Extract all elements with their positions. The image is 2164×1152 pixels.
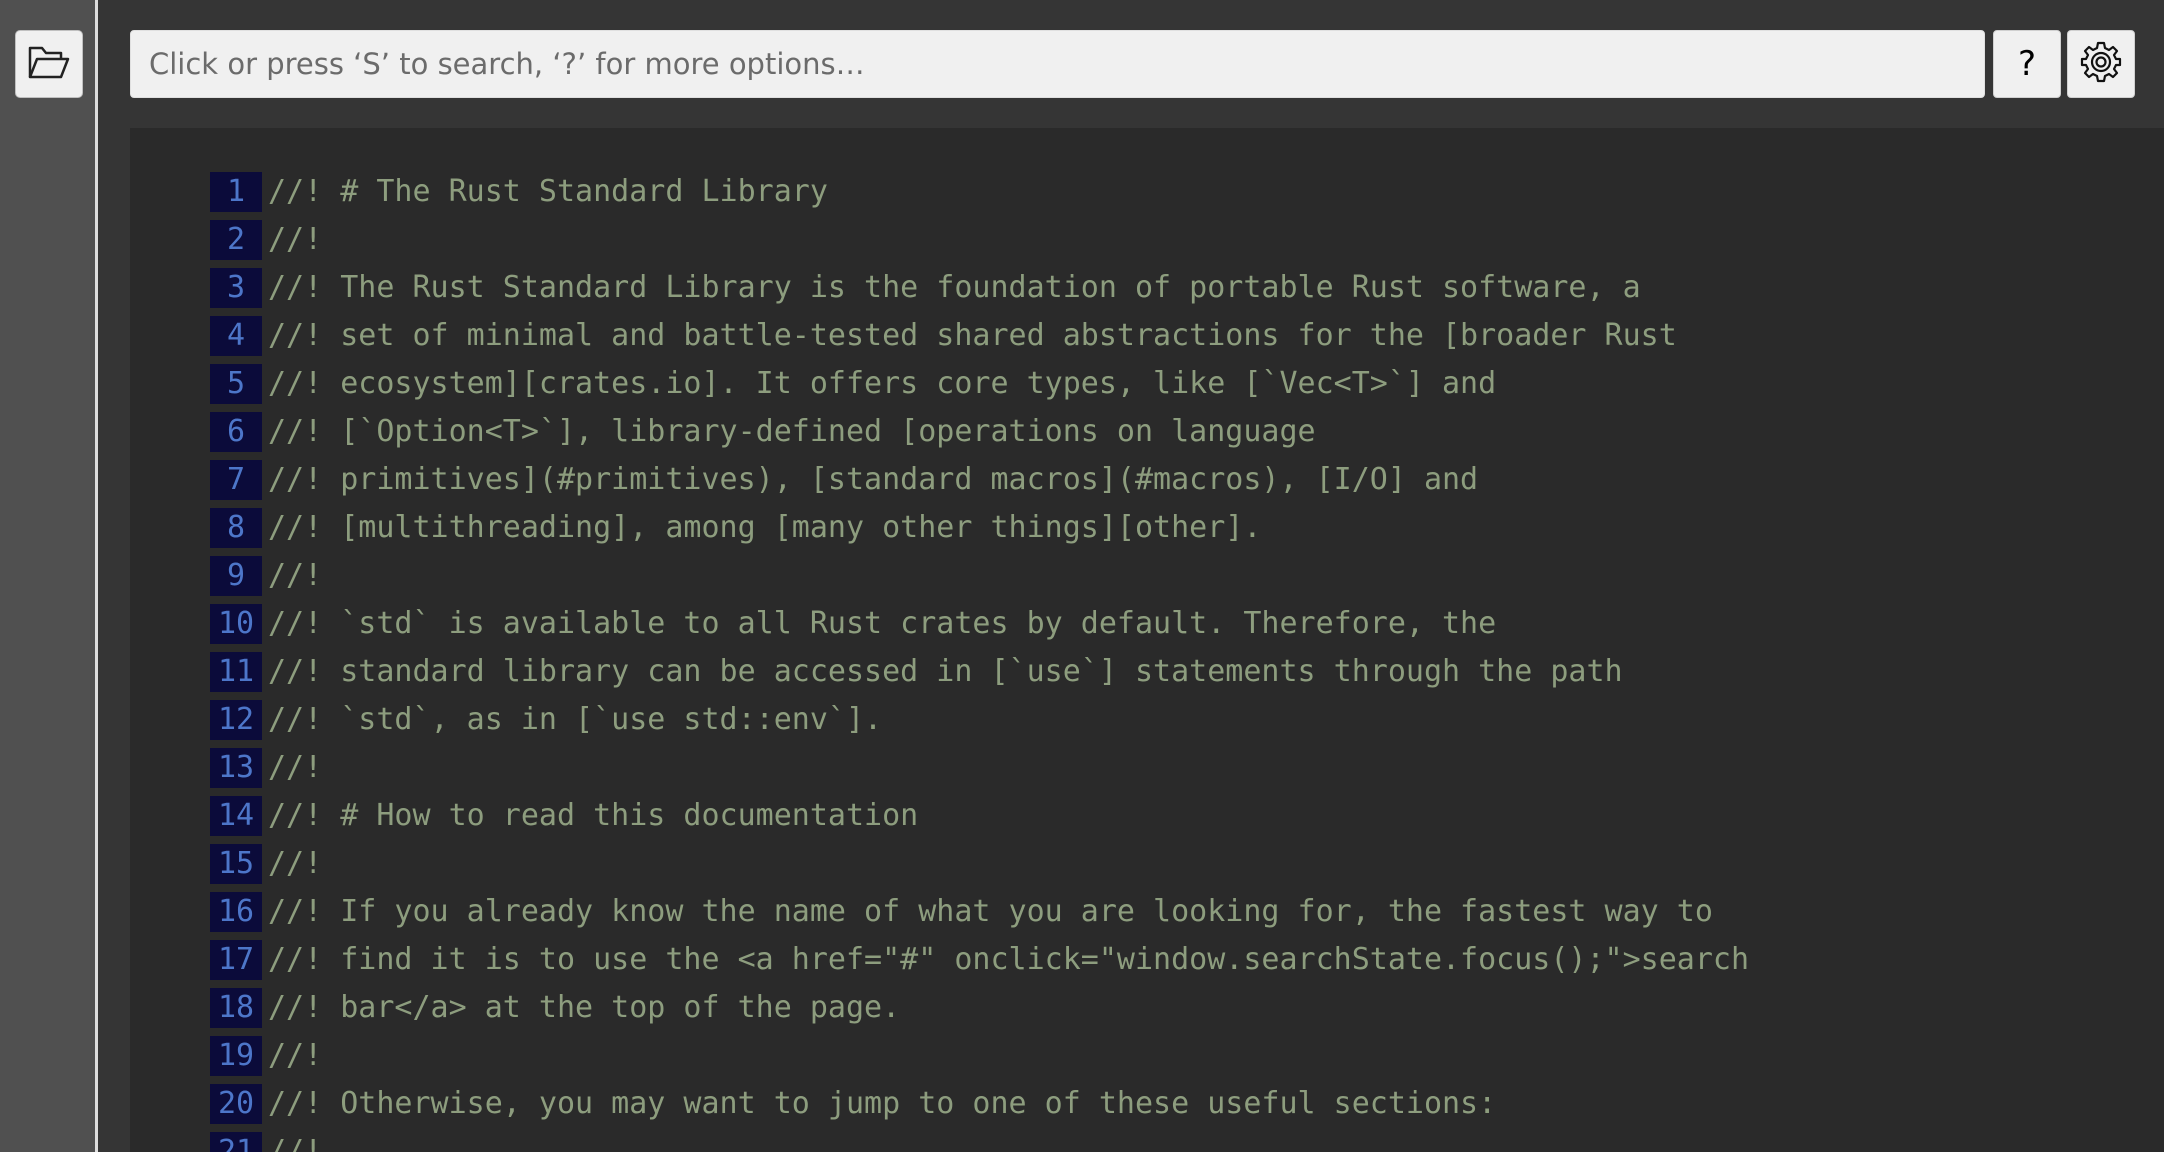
code-line: 16//! If you already know the name of wh… [130,888,2164,936]
line-number-link[interactable]: 4 [210,316,262,356]
code-comment-text: //! standard library can be accessed in … [268,654,1623,689]
code-line: 12//! `std`, as in [`use std::env`]. [130,696,2164,744]
line-number-link[interactable]: 1 [210,172,262,212]
code-line: 9//! [130,552,2164,600]
line-number-link[interactable]: 12 [210,700,262,740]
line-number-link[interactable]: 13 [210,748,262,788]
main-content: ? 1//! # The Rust Standard Library2//!3/… [98,0,2164,1152]
code-line: 7//! primitives](#primitives), [standard… [130,456,2164,504]
search-input[interactable] [130,30,1985,98]
help-button[interactable]: ? [1993,30,2061,98]
code-comment-text: //! [268,846,323,881]
code-comment-text: //! set of minimal and battle-tested sha… [268,318,1677,353]
code-line: 10//! `std` is available to all Rust cra… [130,600,2164,648]
code-line: 1//! # The Rust Standard Library [130,168,2164,216]
code-line: 13//! [130,744,2164,792]
code-comment-text: //! bar</a> at the top of the page. [268,990,901,1025]
line-number-link[interactable]: 7 [210,460,262,500]
line-number-link[interactable]: 14 [210,796,262,836]
code-line: 14//! # How to read this documentation [130,792,2164,840]
line-number-link[interactable]: 21 [210,1132,262,1152]
code-line: 5//! ecosystem][crates.io]. It offers co… [130,360,2164,408]
code-line: 19//! [130,1032,2164,1080]
line-number-link[interactable]: 2 [210,220,262,260]
line-number-link[interactable]: 9 [210,556,262,596]
folder-open-icon [27,42,71,87]
settings-button[interactable] [2067,30,2135,98]
source-code-panel: 1//! # The Rust Standard Library 2//! 3//!… [130,128,2164,1152]
line-number-link[interactable]: 17 [210,940,262,980]
code-line: 8//! [multithreading], among [many other… [130,504,2164,552]
code-comment-text: //! Otherwise, you may want to jump to o… [268,1086,1497,1121]
line-number-link[interactable]: 8 [210,508,262,548]
code-comment-text: //! [`Option<T>`], library-defined [oper… [268,414,1316,449]
code-line: 2//! [130,216,2164,264]
code-comment-text: //! [268,1038,323,1073]
code-line: 4//! set of minimal and battle-tested sh… [130,312,2164,360]
code-lines: 1//! # The Rust Standard Library 2//! 3//!… [130,168,2164,1152]
code-comment-text: //! If you already know the name of what… [268,894,1713,929]
code-comment-text: //! The Rust Standard Library is the fou… [268,270,1641,305]
code-comment-text: //! # How to read this documentation [268,798,919,833]
line-number-link[interactable]: 18 [210,988,262,1028]
code-comment-text: //! primitives](#primitives), [standard … [268,462,1479,497]
code-comment-text: //! `std` is available to all Rust crate… [268,606,1497,641]
line-number-link[interactable]: 19 [210,1036,262,1076]
line-number-link[interactable]: 15 [210,844,262,884]
code-line: 15//! [130,840,2164,888]
line-number-link[interactable]: 3 [210,268,262,308]
code-line: 11//! standard library can be accessed i… [130,648,2164,696]
code-line: 18//! bar</a> at the top of the page. [130,984,2164,1032]
code-comment-text: //! [268,750,323,785]
line-number-link[interactable]: 20 [210,1084,262,1124]
code-line: 6//! [`Option<T>`], library-defined [ope… [130,408,2164,456]
code-comment-text: //! [268,558,323,593]
line-number-link[interactable]: 16 [210,892,262,932]
code-comment-text: //! find it is to use the <a href="#" on… [268,942,1750,977]
code-comment-text: //! ecosystem][crates.io]. It offers cor… [268,366,1497,401]
code-comment-text: //! `std`, as in [`use std::env`]. [268,702,883,737]
code-line: 21 //! [130,1128,2164,1152]
code-comment-text: //! # The Rust Standard Library [268,174,828,209]
sidebar [0,0,98,1152]
code-line: 20//! Otherwise, you may want to jump to… [130,1080,2164,1128]
code-comment-text: //! [268,1134,323,1152]
open-folder-button[interactable] [15,30,83,98]
line-number-link[interactable]: 11 [210,652,262,692]
line-number-link[interactable]: 10 [210,604,262,644]
line-number-link[interactable]: 6 [210,412,262,452]
code-comment-text: //! [multithreading], among [many other … [268,510,1262,545]
line-number-link[interactable]: 5 [210,364,262,404]
gear-icon [2079,40,2123,89]
code-comment-text: //! [268,222,323,257]
code-line: 3//! The Rust Standard Library is the fo… [130,264,2164,312]
code-line: 17//! find it is to use the <a href="#" … [130,936,2164,984]
